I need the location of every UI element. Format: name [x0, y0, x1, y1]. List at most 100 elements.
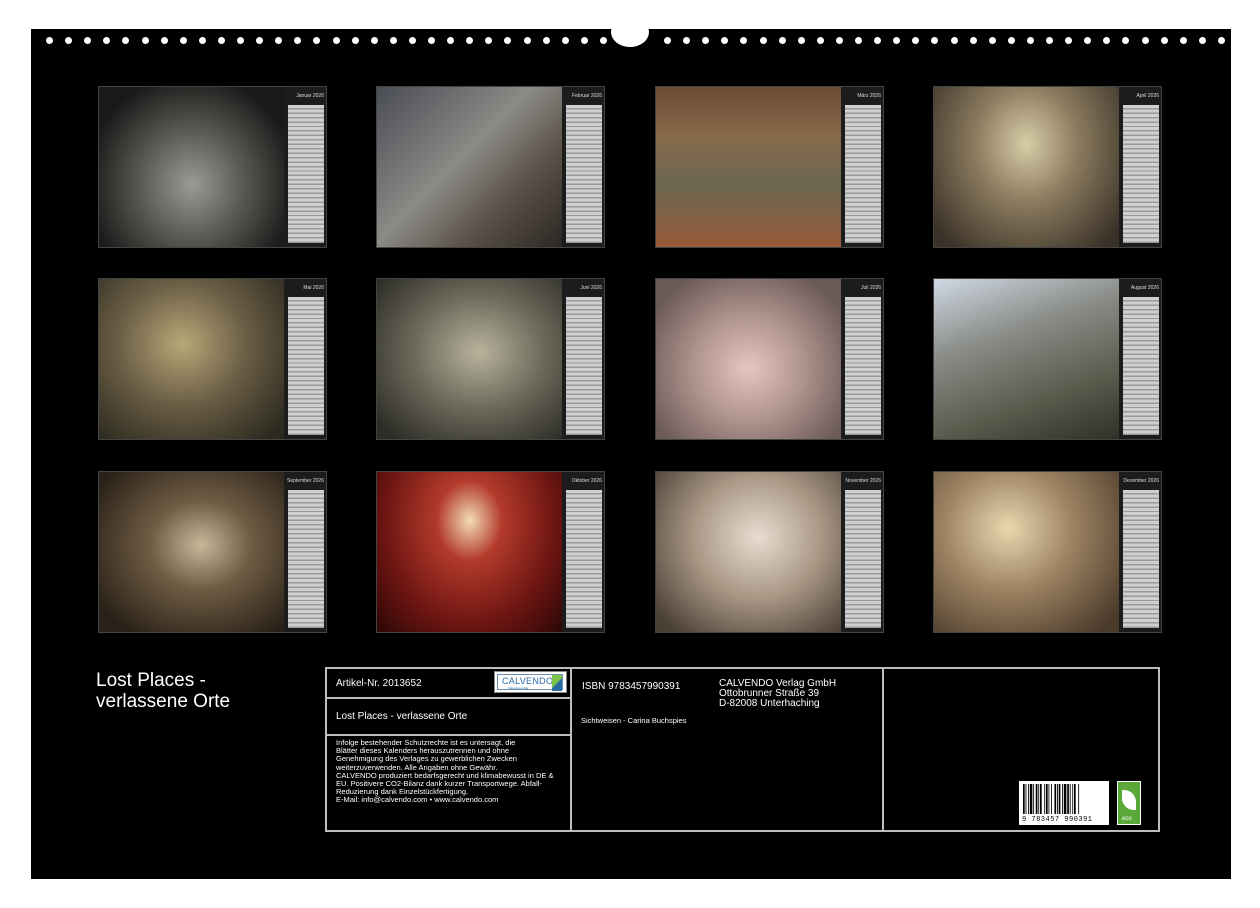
hanger-notch — [611, 17, 649, 47]
month-calendar-strip: Mai 2026 — [284, 279, 326, 439]
author-line: Sichtweisen - Carina Buchspies — [581, 716, 687, 725]
month-name: August 2026 — [1130, 285, 1159, 291]
month-calendar-strip: Oktober 2026 — [562, 472, 604, 632]
month-photo — [934, 472, 1119, 632]
day-lines — [288, 297, 324, 435]
month-thumbnail: Juli 2026 — [655, 278, 884, 440]
eco-badge: eco — [1117, 781, 1141, 825]
day-lines — [845, 105, 881, 243]
day-lines — [845, 490, 881, 628]
binding-hole — [313, 37, 321, 44]
binding-hole — [447, 37, 455, 44]
binding-hole — [1179, 37, 1187, 44]
day-lines — [1123, 297, 1159, 435]
month-photo — [99, 87, 284, 247]
month-calendar-strip: November 2026 — [841, 472, 883, 632]
month-name: Januar 2026 — [296, 93, 324, 99]
binding-hole — [1141, 37, 1149, 44]
month-thumbnail: August 2026 — [933, 278, 1162, 440]
binding-hole — [428, 37, 435, 44]
month-name: März 2026 — [857, 93, 881, 99]
month-photo — [656, 472, 841, 632]
isbn-barcode: 9 783457 990391 — [1019, 781, 1109, 825]
binding-hole — [179, 37, 187, 44]
month-calendar-strip: Juli 2026 — [841, 279, 883, 439]
month-photo — [99, 279, 284, 439]
logo-subtitle: Kalenderverlag — [508, 686, 529, 690]
binding-hole — [1160, 37, 1168, 44]
binding-hole — [1046, 37, 1053, 44]
binding-hole — [1217, 37, 1225, 44]
binding-hole — [198, 37, 206, 44]
month-thumbnail: Juni 2026 — [376, 278, 605, 440]
month-calendar-strip: September 2026 — [284, 472, 326, 632]
binding-hole — [1084, 37, 1092, 44]
calvendo-logo: CALVENDO Kalenderverlag — [494, 671, 567, 693]
binding-hole — [275, 37, 283, 44]
binding-hole — [1065, 37, 1073, 44]
binding-hole — [466, 37, 474, 44]
binding-hole — [931, 37, 939, 44]
isbn: ISBN 9783457990391 — [582, 681, 681, 692]
title-line-1: Lost Places - — [96, 670, 206, 691]
binding-hole — [389, 37, 397, 44]
binding-hole — [912, 37, 920, 44]
legal-cell: Infolge bestehender Schutzrechte ist es … — [327, 736, 572, 830]
barcode-bars — [1023, 784, 1080, 814]
month-calendar-strip: Februar 2026 — [562, 87, 604, 247]
month-name: November 2026 — [845, 478, 881, 484]
month-calendar-strip: Juni 2026 — [562, 279, 604, 439]
month-name: Februar 2026 — [571, 93, 602, 99]
month-name: Juni 2026 — [580, 285, 602, 291]
month-photo — [656, 87, 841, 247]
binding-hole — [122, 37, 130, 44]
article-cell: Artikel-Nr. 2013652 CALVENDO Kalenderver… — [327, 669, 572, 699]
binding-hole — [65, 37, 73, 44]
binding-hole — [504, 37, 512, 44]
barcode-number: 9 783457 990391 — [1022, 816, 1093, 824]
binding-hole — [256, 37, 264, 44]
logo-mark-icon — [552, 675, 562, 691]
day-lines — [1123, 105, 1159, 243]
month-name: Dezember 2026 — [1123, 478, 1159, 484]
month-photo — [377, 279, 562, 439]
month-thumbnail: Oktober 2026 — [376, 471, 605, 633]
binding-hole — [542, 37, 550, 44]
month-name: April 2026 — [1136, 93, 1159, 99]
binding-hole — [103, 37, 111, 44]
month-photo — [656, 279, 841, 439]
binding-hole — [1103, 37, 1111, 44]
month-name: Oktober 2026 — [571, 478, 602, 484]
publisher-cell: ISBN 9783457990391 Sichtweisen - Carina … — [572, 669, 884, 830]
month-thumbnail: September 2026 — [98, 471, 327, 633]
eco-label: eco — [1122, 816, 1132, 822]
binding-hole — [778, 37, 786, 44]
day-lines — [1123, 490, 1159, 628]
calendar-title: Lost Places - verlassene Orte — [96, 670, 230, 712]
month-thumbnail: Februar 2026 — [376, 86, 605, 248]
month-calendar-strip: April 2026 — [1119, 87, 1161, 247]
binding-hole — [816, 37, 824, 44]
month-photo — [99, 472, 284, 632]
product-title: Lost Places - verlassene Orte — [336, 711, 468, 722]
binding-hole — [664, 37, 671, 44]
month-thumbnail: Dezember 2026 — [933, 471, 1162, 633]
day-lines — [288, 490, 324, 628]
binding-hole — [1122, 37, 1130, 44]
binding-hole — [740, 37, 748, 44]
day-lines — [288, 105, 324, 243]
month-photo — [377, 472, 562, 632]
binding-hole — [702, 37, 710, 44]
binding-hole — [580, 37, 588, 44]
binding-hole — [561, 37, 569, 44]
month-photo — [934, 279, 1119, 439]
binding-hole — [797, 37, 805, 44]
logo-word: CALVENDO — [502, 676, 554, 686]
publisher-address: CALVENDO Verlag GmbH Ottobrunner Straße … — [719, 678, 837, 709]
binding-hole — [46, 37, 53, 44]
binding-hole — [988, 37, 996, 44]
binding-hole — [950, 37, 958, 44]
month-thumbnail: November 2026 — [655, 471, 884, 633]
binding-hole — [217, 37, 225, 44]
binding-hole — [1198, 37, 1206, 44]
